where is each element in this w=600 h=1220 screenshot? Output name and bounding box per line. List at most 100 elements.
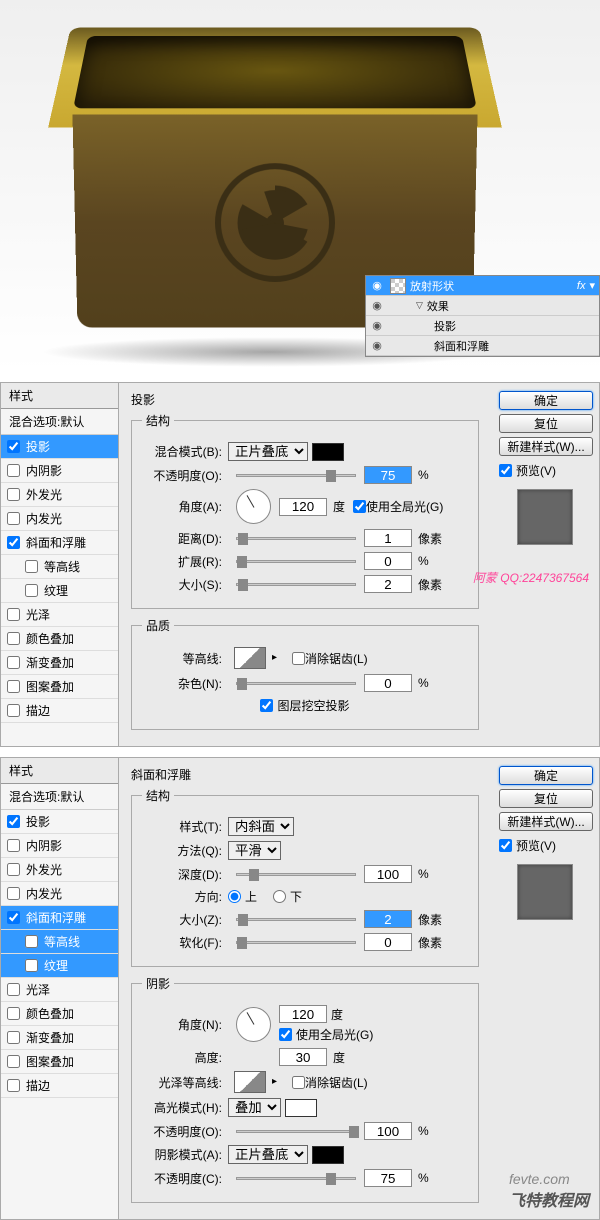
checkbox[interactable]	[7, 464, 20, 477]
soften-slider[interactable]	[236, 941, 356, 944]
angle-input[interactable]	[279, 1005, 327, 1023]
ok-button[interactable]: 确定	[499, 391, 593, 410]
distance-slider[interactable]	[236, 537, 356, 540]
technique-select[interactable]: 平滑	[228, 841, 281, 860]
blend-options[interactable]: 混合选项:默认	[1, 784, 118, 810]
style-color-overlay[interactable]: 颜色叠加	[1, 1002, 118, 1026]
visibility-icon[interactable]: ◉	[368, 279, 386, 292]
altitude-input[interactable]	[279, 1048, 327, 1066]
layer-effects-row[interactable]: ◉ ▽ 效果	[366, 296, 599, 316]
visibility-icon[interactable]: ◉	[368, 299, 386, 312]
style-inner-glow[interactable]: 内发光	[1, 507, 118, 531]
size-slider[interactable]	[236, 918, 356, 921]
cancel-button[interactable]: 复位	[499, 789, 593, 808]
spread-slider[interactable]	[236, 560, 356, 563]
shadow-color-swatch[interactable]	[312, 1146, 344, 1164]
checkbox[interactable]	[7, 1007, 20, 1020]
checkbox[interactable]	[7, 1055, 20, 1068]
style-pattern-overlay[interactable]: 图案叠加	[1, 1050, 118, 1074]
global-light-checkbox[interactable]	[353, 500, 366, 513]
angle-dial[interactable]	[236, 1007, 271, 1042]
direction-up-radio[interactable]	[228, 890, 241, 903]
style-satin[interactable]: 光泽	[1, 978, 118, 1002]
checkbox[interactable]	[7, 440, 20, 453]
style-outer-glow[interactable]: 外发光	[1, 858, 118, 882]
checkbox[interactable]	[7, 704, 20, 717]
checkbox[interactable]	[7, 632, 20, 645]
layer-effect-bevel[interactable]: ◉ 斜面和浮雕	[366, 336, 599, 356]
style-bevel[interactable]: 斜面和浮雕	[1, 906, 118, 930]
checkbox[interactable]	[25, 584, 38, 597]
highlight-opacity-slider[interactable]	[236, 1130, 356, 1133]
preview-checkbox[interactable]	[499, 464, 512, 477]
contour-picker[interactable]	[234, 647, 266, 669]
highlight-mode-select[interactable]: 叠加	[228, 1098, 281, 1117]
highlight-opacity-input[interactable]	[364, 1122, 412, 1140]
size-input[interactable]	[364, 910, 412, 928]
style-gradient-overlay[interactable]: 渐变叠加	[1, 651, 118, 675]
style-texture[interactable]: 纹理	[1, 579, 118, 603]
knockout-checkbox[interactable]	[260, 699, 273, 712]
direction-down-radio[interactable]	[273, 890, 286, 903]
style-stroke[interactable]: 描边	[1, 1074, 118, 1098]
distance-input[interactable]	[364, 529, 412, 547]
style-drop-shadow[interactable]: 投影	[1, 435, 118, 459]
checkbox[interactable]	[7, 863, 20, 876]
style-select[interactable]: 内斜面	[228, 817, 294, 836]
new-style-button[interactable]: 新建样式(W)...	[499, 437, 593, 456]
checkbox[interactable]	[7, 488, 20, 501]
visibility-icon[interactable]: ◉	[368, 339, 386, 352]
cancel-button[interactable]: 复位	[499, 414, 593, 433]
checkbox[interactable]	[7, 839, 20, 852]
checkbox[interactable]	[7, 815, 20, 828]
soften-input[interactable]	[364, 933, 412, 951]
chevron-down-icon[interactable]: ▾	[589, 279, 595, 292]
highlight-color-swatch[interactable]	[285, 1099, 317, 1117]
checkbox[interactable]	[7, 887, 20, 900]
expand-icon[interactable]: ▽	[416, 300, 423, 311]
color-swatch[interactable]	[312, 443, 344, 461]
style-stroke[interactable]: 描边	[1, 699, 118, 723]
antialias-checkbox[interactable]	[292, 1076, 305, 1089]
style-color-overlay[interactable]: 颜色叠加	[1, 627, 118, 651]
style-pattern-overlay[interactable]: 图案叠加	[1, 675, 118, 699]
checkbox[interactable]	[7, 656, 20, 669]
style-contour[interactable]: 等高线	[1, 555, 118, 579]
preview-checkbox[interactable]	[499, 839, 512, 852]
checkbox[interactable]	[7, 680, 20, 693]
checkbox[interactable]	[7, 1079, 20, 1092]
blend-options[interactable]: 混合选项:默认	[1, 409, 118, 435]
checkbox[interactable]	[7, 911, 20, 924]
style-bevel[interactable]: 斜面和浮雕	[1, 531, 118, 555]
checkbox[interactable]	[25, 935, 38, 948]
fx-badge[interactable]: fx	[577, 280, 586, 292]
style-outer-glow[interactable]: 外发光	[1, 483, 118, 507]
global-light-checkbox[interactable]	[279, 1028, 292, 1041]
style-drop-shadow[interactable]: 投影	[1, 810, 118, 834]
checkbox[interactable]	[7, 983, 20, 996]
spread-input[interactable]	[364, 552, 412, 570]
style-inner-shadow[interactable]: 内阴影	[1, 834, 118, 858]
style-texture[interactable]: 纹理	[1, 954, 118, 978]
layer-effect-dropshadow[interactable]: ◉ 投影	[366, 316, 599, 336]
style-contour[interactable]: 等高线	[1, 930, 118, 954]
checkbox[interactable]	[25, 959, 38, 972]
gloss-contour-picker[interactable]	[234, 1071, 266, 1093]
ok-button[interactable]: 确定	[499, 766, 593, 785]
size-slider[interactable]	[236, 583, 356, 586]
noise-slider[interactable]	[236, 682, 356, 685]
style-gradient-overlay[interactable]: 渐变叠加	[1, 1026, 118, 1050]
depth-input[interactable]	[364, 865, 412, 883]
shadow-mode-select[interactable]: 正片叠底	[228, 1145, 308, 1164]
noise-input[interactable]	[364, 674, 412, 692]
size-input[interactable]	[364, 575, 412, 593]
angle-input[interactable]	[279, 498, 327, 516]
visibility-icon[interactable]: ◉	[368, 319, 386, 332]
shadow-opacity-input[interactable]	[364, 1169, 412, 1187]
style-inner-glow[interactable]: 内发光	[1, 882, 118, 906]
checkbox[interactable]	[7, 1031, 20, 1044]
blend-mode-select[interactable]: 正片叠底	[228, 442, 308, 461]
opacity-slider[interactable]	[236, 474, 356, 477]
new-style-button[interactable]: 新建样式(W)...	[499, 812, 593, 831]
checkbox[interactable]	[7, 512, 20, 525]
